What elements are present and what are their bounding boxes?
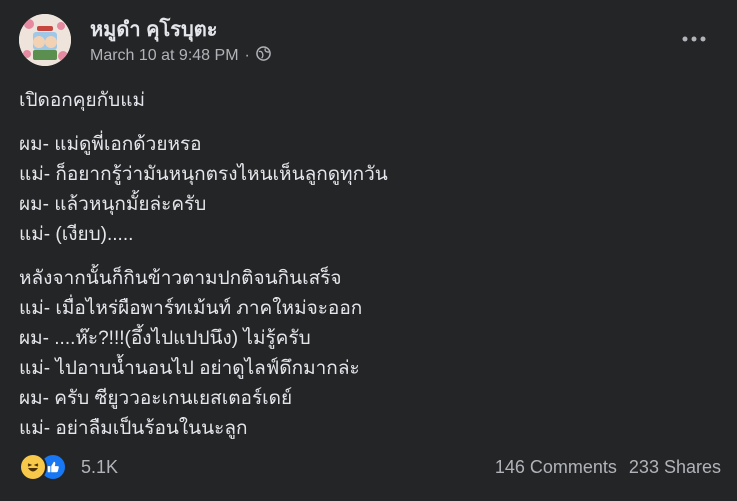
meta-separator: · <box>244 47 250 64</box>
avatar[interactable] <box>19 14 71 66</box>
reactions-summary[interactable] <box>19 453 67 481</box>
post-timestamp[interactable]: March 10 at 9:48 PM <box>90 47 239 65</box>
facebook-post: หมูดำ คุโรบุตะ March 10 at 9:48 PM · เปิ… <box>0 0 737 501</box>
comments-count-link[interactable]: 146 Comments <box>495 457 617 478</box>
more-options-icon[interactable] <box>677 26 711 52</box>
post-line: แม่- เมื่อไหร่ผือพาร์ทเม้นท์ ภาคใหม่จะออ… <box>19 298 363 319</box>
post-line: ผม- ครับ ซียูววอะเกนเยสเตอร์เดย์ <box>19 388 293 409</box>
post-line: ผม- แล้วหนุกมั้ยล่ะครับ <box>19 194 207 215</box>
post-paragraph: ผม- แม่ดูพี่เอกด้วยหรอ แม่- ก็อยากรู้ว่า… <box>19 130 719 250</box>
post-line: ผม- ....ห๊ะ?!!!(อึ้งไปแปปนึง) ไม่รู้ครับ <box>19 328 311 349</box>
post-line: แม่- อย่าลืมเป็นร้อนในนะลูก <box>19 418 248 439</box>
haha-icon <box>19 453 47 481</box>
post-line: แม่- (เงียบ)..... <box>19 224 134 245</box>
avatar-image <box>19 14 71 66</box>
reaction-count[interactable]: 5.1K <box>81 457 118 478</box>
post-footer: 5.1K 146 Comments 233 Shares <box>19 452 721 482</box>
post-line: เปิดอกคุยกับแม่ <box>19 90 145 111</box>
post-stats: 146 Comments 233 Shares <box>495 457 721 478</box>
post-line: ผม- แม่ดูพี่เอกด้วยหรอ <box>19 134 202 155</box>
post-paragraph: เปิดอกคุยกับแม่ <box>19 86 719 116</box>
post-body: เปิดอกคุยกับแม่ ผม- แม่ดูพี่เอกด้วยหรอ แ… <box>19 86 719 458</box>
post-line: แม่- ไปอาบน้ำนอนไป อย่าดูไลฟ์ดึกมากล่ะ <box>19 358 360 379</box>
post-line: แม่- ก็อยากรู้ว่ามันหนุกตรงไหนเห็นลูกดูท… <box>19 164 388 185</box>
post-paragraph: หลังจากนั้นก็กินข้าวตามปกติจนกินเสร็จ แม… <box>19 264 719 444</box>
post-meta: March 10 at 9:48 PM · <box>90 46 271 66</box>
globe-icon <box>256 46 271 66</box>
shares-count-link[interactable]: 233 Shares <box>629 457 721 478</box>
post-author[interactable]: หมูดำ คุโรบุตะ <box>90 13 217 45</box>
post-line: หลังจากนั้นก็กินข้าวตามปกติจนกินเสร็จ <box>19 268 342 289</box>
